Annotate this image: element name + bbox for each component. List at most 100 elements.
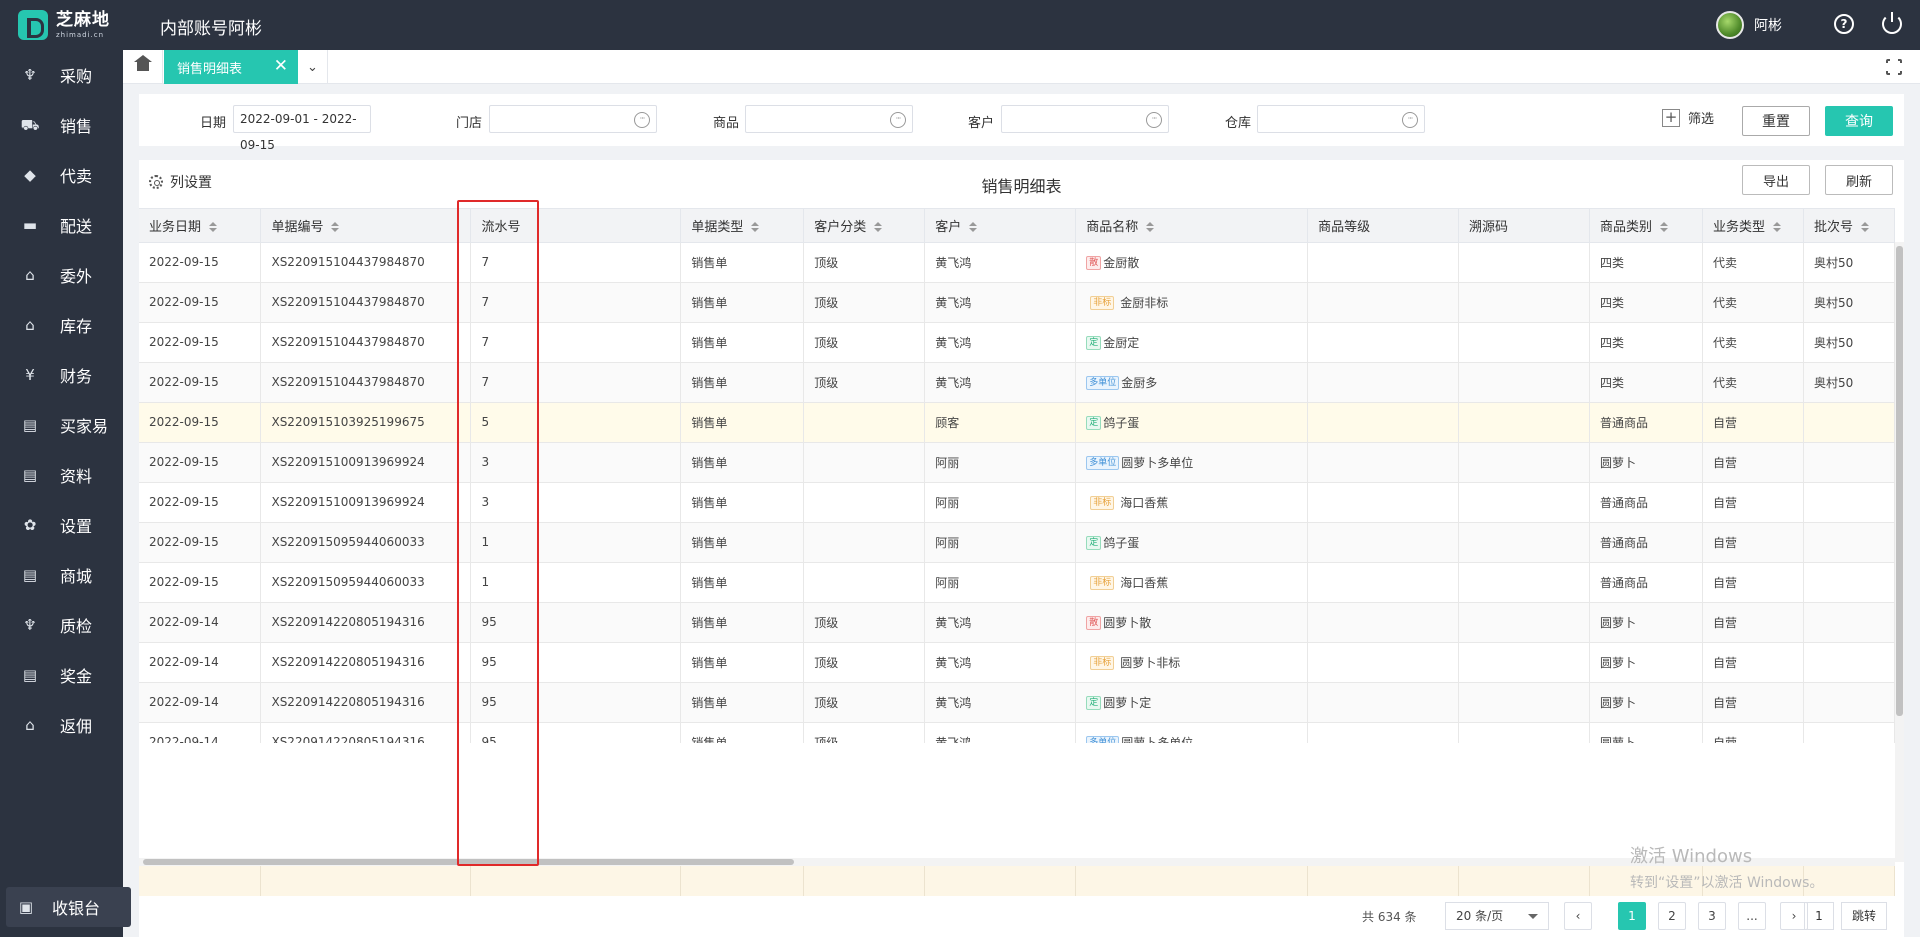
page-button[interactable]: 3 <box>1698 902 1726 930</box>
more-icon[interactable]: ··· <box>890 112 906 128</box>
cell-doc-no: XS220915100913969924 <box>260 442 472 483</box>
sort-icon[interactable] <box>1146 222 1155 233</box>
warehouse-field[interactable]: ··· <box>1257 105 1425 133</box>
customer-field[interactable]: ··· <box>1001 105 1169 133</box>
table-row[interactable]: 2022-09-15 XS220915104437984870 7 销售单 顶级 黄飞鸿定… <box>139 322 1895 363</box>
reset-button[interactable]: 重置 <box>1742 106 1810 136</box>
sort-icon[interactable] <box>874 222 883 233</box>
sidebar-item-1[interactable]: ⛟ 销售 <box>0 100 123 150</box>
sidebar-item-label: 配送 <box>60 217 93 236</box>
home-tab[interactable] <box>123 50 163 84</box>
cell-customer-class <box>803 562 926 603</box>
sort-icon[interactable] <box>751 222 760 233</box>
prev-page-button[interactable]: ‹ <box>1564 902 1592 930</box>
store-field[interactable]: ··· <box>489 105 657 133</box>
column-header-customer-class[interactable]: 客户分类 <box>803 209 926 243</box>
cell-product-category: 普通商品 <box>1589 482 1703 523</box>
table-row[interactable]: 2022-09-15 XS220915104437984870 7 销售单 顶级 黄飞鸿散… <box>139 242 1895 283</box>
avatar[interactable] <box>1716 11 1744 39</box>
more-icon[interactable]: ··· <box>1402 112 1418 128</box>
table-row[interactable]: 2022-09-14 XS220914220805194316 95 销售单 顶级 黄飞鸿… <box>139 642 1895 683</box>
column-header-doc-type[interactable]: 单据类型 <box>680 209 805 243</box>
cell-customer: 阿丽 <box>924 442 1077 483</box>
sort-icon[interactable] <box>331 222 340 233</box>
page-ellipsis[interactable]: ... <box>1738 902 1766 930</box>
sort-icon[interactable] <box>1660 222 1668 233</box>
sidebar-item-11[interactable]: ♆ 质检 <box>0 600 123 650</box>
table-row[interactable]: 2022-09-15 XS220915104437984870 7 销售单 顶级 黄飞鸿多… <box>139 362 1895 403</box>
column-header-product-name[interactable]: 商品名称 <box>1075 209 1309 243</box>
table-row[interactable]: 2022-09-15 XS220915104437984870 7 销售单 顶级 黄飞鸿非… <box>139 282 1895 323</box>
table-row[interactable]: 2022-09-15 XS220915095944060033 1 销售单 阿丽定鸽子蛋… <box>139 522 1895 563</box>
user-menu[interactable]: 阿彬 <box>1716 11 1782 39</box>
sidebar-item-4[interactable]: ⌂ 委外 <box>0 250 123 300</box>
sidebar-item-8[interactable]: ▤ 资料 <box>0 450 123 500</box>
column-header-doc-no[interactable]: 单据编号 <box>260 209 472 243</box>
column-header-customer[interactable]: 客户 <box>924 209 1077 243</box>
column-settings-label: 列设置 <box>170 175 212 191</box>
vertical-scroll-thumb[interactable] <box>1896 246 1903 716</box>
column-settings-button[interactable]: 列设置 <box>149 172 212 192</box>
table-row[interactable]: 2022-09-14 XS220914220805194316 95 销售单 顶级 黄飞鸿… <box>139 682 1895 723</box>
cell-trace-code <box>1458 322 1590 363</box>
table-row[interactable]: 2022-09-14 XS220914220805194316 95 销售单 顶级 黄飞鸿… <box>139 602 1895 643</box>
user-name[interactable]: 阿彬 <box>1754 15 1782 35</box>
date-range-input[interactable]: 2022-09-01 - 2022-09-15 <box>233 105 371 152</box>
chevron-down-icon[interactable]: ⌄ <box>298 50 328 84</box>
sort-icon[interactable] <box>1860 222 1869 233</box>
sidebar-item-10[interactable]: ▤ 商城 <box>0 550 123 600</box>
power-icon[interactable] <box>1882 12 1902 34</box>
column-header-trace-code[interactable]: 溯源码 <box>1458 209 1590 243</box>
column-header-serial-no[interactable]: 流水号 <box>470 209 682 243</box>
table-row[interactable]: 2022-09-15 XS220915100913969924 3 销售单 阿丽 多单位圆… <box>139 442 1895 483</box>
sidebar-item-2[interactable]: ◆ 代卖 <box>0 150 123 200</box>
page-size-select[interactable]: 20 条/页 <box>1445 902 1549 930</box>
sidebar-item-7[interactable]: ▤ 买家易 <box>0 400 123 450</box>
sidebar-item-5[interactable]: ⌂ 库存 <box>0 300 123 350</box>
export-button[interactable]: 导出 <box>1742 165 1810 195</box>
cell-doc-no: XS220915095944060033 <box>260 522 472 563</box>
cell-batch-no: 奥村50 <box>1803 362 1895 403</box>
sort-icon[interactable] <box>209 222 218 233</box>
brand-logo[interactable]: 芝麻地 zhimadi.cn <box>18 10 110 40</box>
sidebar-item-0[interactable]: ♆ 采购 <box>0 50 123 100</box>
close-icon[interactable]: ✕ <box>274 58 288 75</box>
query-button[interactable]: 查询 <box>1825 106 1893 136</box>
table-row[interactable]: 2022-09-15 XS220915103925199675 5 销售单 顾客定鸽子蛋… <box>139 402 1895 443</box>
sidebar-item-9[interactable]: ✿ 设置 <box>0 500 123 550</box>
report-title: 销售明细表 <box>981 177 1062 196</box>
cell-serial-no: 1 <box>470 562 682 603</box>
sidebar-item-6[interactable]: ¥ 财务 <box>0 350 123 400</box>
page-button[interactable]: 2 <box>1658 902 1686 930</box>
table-row[interactable]: 2022-09-15 XS220915095944060033 1 销售单 阿丽 非标 海口… <box>139 562 1895 603</box>
jump-button[interactable]: 跳转 <box>1841 902 1887 930</box>
more-icon[interactable]: ··· <box>634 112 650 128</box>
refresh-button[interactable]: 刷新 <box>1825 165 1893 195</box>
product-field[interactable]: ··· <box>745 105 913 133</box>
filter-toggle-button[interactable]: + 筛选 <box>1662 108 1714 127</box>
tab-sales-detail[interactable]: 销售明细表 ✕ <box>164 50 298 84</box>
cell-product-grade <box>1307 602 1460 643</box>
column-header-batch-no[interactable]: 批次号 <box>1803 209 1895 243</box>
column-header-product-category[interactable]: 商品类别 <box>1589 209 1703 243</box>
fullscreen-icon[interactable] <box>1885 58 1903 76</box>
column-header-product-grade[interactable]: 商品等级 <box>1307 209 1460 243</box>
table-row[interactable]: 2022-09-15 XS220915100913969924 3 销售单 阿丽 非标 海口… <box>139 482 1895 523</box>
sidebar-item-cashier[interactable]: ▣ 收银台 <box>6 887 131 927</box>
more-icon[interactable]: ··· <box>1146 112 1162 128</box>
sort-icon[interactable] <box>969 222 978 233</box>
horizontal-scroll-thumb[interactable] <box>143 859 794 865</box>
column-header-business-type[interactable]: 业务类型 <box>1702 209 1804 243</box>
table-row[interactable]: 2022-09-14 XS220914220805194316 95 销售单 顶级 黄飞鸿… <box>139 722 1895 743</box>
page-button[interactable]: 1 <box>1618 902 1646 930</box>
jump-page-input[interactable]: 1 <box>1804 902 1834 930</box>
help-icon[interactable]: ? <box>1834 14 1854 34</box>
sidebar-item-3[interactable]: ▬ 配送 <box>0 200 123 250</box>
cell-product-grade <box>1307 642 1460 683</box>
sidebar-item-12[interactable]: ▤ 奖金 <box>0 650 123 700</box>
sort-icon[interactable] <box>1772 222 1781 233</box>
cell-customer-class <box>803 402 926 443</box>
sidebar-item-13[interactable]: ⌂ 返佣 <box>0 700 123 750</box>
vertical-scrollbar[interactable] <box>1895 242 1904 862</box>
column-header-biz-date[interactable]: 业务日期 <box>139 209 262 243</box>
